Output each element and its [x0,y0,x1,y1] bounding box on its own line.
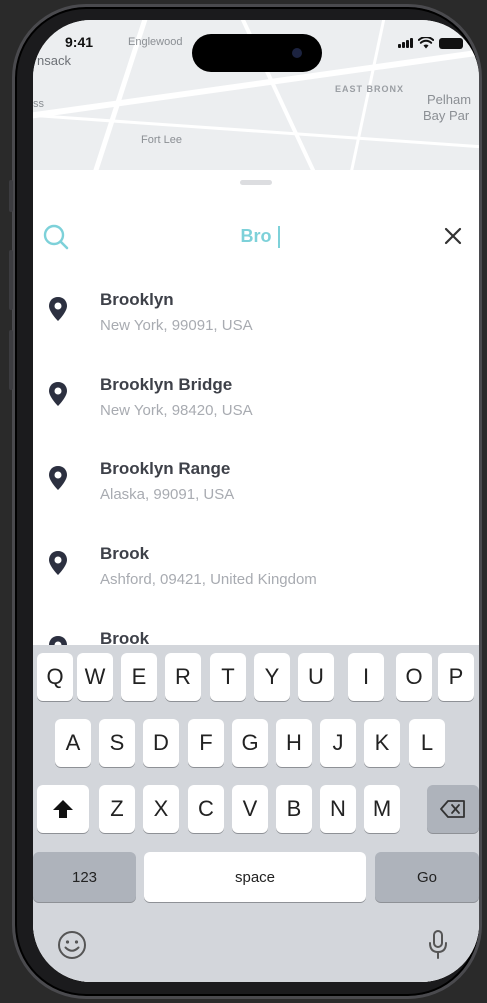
battery-icon [439,37,463,49]
text-caret [278,226,280,248]
numbers-key[interactable]: 123 [33,852,136,902]
volume-down-button [9,330,13,390]
key-x[interactable]: X [143,785,179,833]
result-title: Brook [100,544,150,563]
key-b[interactable]: B [276,785,312,833]
key-r[interactable]: R [165,653,201,701]
key-u[interactable]: U [298,653,334,701]
backspace-icon [440,800,465,818]
key-q[interactable]: Q [37,653,73,701]
search-icon [43,224,69,250]
map-label: ss [33,98,44,110]
status-icons [398,37,463,49]
key-k[interactable]: K [364,719,400,767]
space-key[interactable]: space [144,852,366,902]
key-g[interactable]: G [232,719,268,767]
screen: Englewood nsack EAST BRONX Pelham Bay Pa… [33,20,479,982]
map-label: Bay Par [423,108,470,123]
location-pin-icon [49,297,67,321]
status-bar: 9:41 [33,20,479,72]
status-time: 9:41 [65,34,94,50]
search-input[interactable] [93,220,419,252]
result-item[interactable]: Brook Ashford, 09421, United Kingdom [33,534,479,604]
key-m[interactable]: M [364,785,400,833]
map-label: EAST BRONX [335,84,405,94]
location-pin-icon [49,551,67,575]
key-i[interactable]: I [348,653,384,701]
key-s[interactable]: S [99,719,135,767]
result-subtitle: New York, 99091, USA [100,317,253,334]
shift-icon [53,800,73,818]
result-title: Brooklyn [100,290,174,309]
result-item[interactable]: Brooklyn Bridge New York, 98420, USA [33,365,479,435]
shift-key[interactable] [37,785,89,833]
key-t[interactable]: T [210,653,246,701]
map-label: Pelham [427,92,472,107]
key-n[interactable]: N [320,785,356,833]
result-item[interactable]: Brooklyn New York, 99091, USA [33,280,479,350]
go-key[interactable]: Go [375,852,479,902]
key-p[interactable]: P [438,653,474,701]
location-pin-icon [49,382,67,406]
microphone-icon[interactable] [427,929,449,961]
map-label: Fort Lee [141,134,182,146]
location-pin-icon [49,466,67,490]
mute-switch [9,180,13,212]
result-title: Brooklyn Bridge [100,375,233,394]
result-subtitle: New York, 98420, USA [100,402,253,419]
key-z[interactable]: Z [99,785,135,833]
key-e[interactable]: E [121,653,157,701]
key-d[interactable]: D [143,719,179,767]
key-w[interactable]: W [77,653,113,701]
key-f[interactable]: F [188,719,224,767]
key-o[interactable]: O [396,653,432,701]
key-h[interactable]: H [276,719,312,767]
result-subtitle: Ashford, 09421, United Kingdom [100,571,317,588]
key-l[interactable]: L [409,719,445,767]
key-c[interactable]: C [188,785,224,833]
cellular-signal-icon [398,38,413,48]
result-item[interactable]: Brooklyn Range Alaska, 99091, USA [33,449,479,519]
sheet-drag-handle[interactable] [240,180,272,185]
search-bar [33,216,479,256]
wifi-icon [418,37,434,49]
result-subtitle: Alaska, 99091, USA [100,486,235,503]
key-a[interactable]: A [55,719,91,767]
close-icon[interactable] [443,226,463,246]
key-j[interactable]: J [320,719,356,767]
emoji-icon[interactable] [57,930,87,960]
keyboard: Q W E R T Y U I O P A S D F G H J K L Z … [33,645,479,982]
volume-up-button [9,250,13,310]
key-v[interactable]: V [232,785,268,833]
dynamic-island [192,34,322,72]
backspace-key[interactable] [427,785,479,833]
key-y[interactable]: Y [254,653,290,701]
result-title: Brooklyn Range [100,459,231,478]
